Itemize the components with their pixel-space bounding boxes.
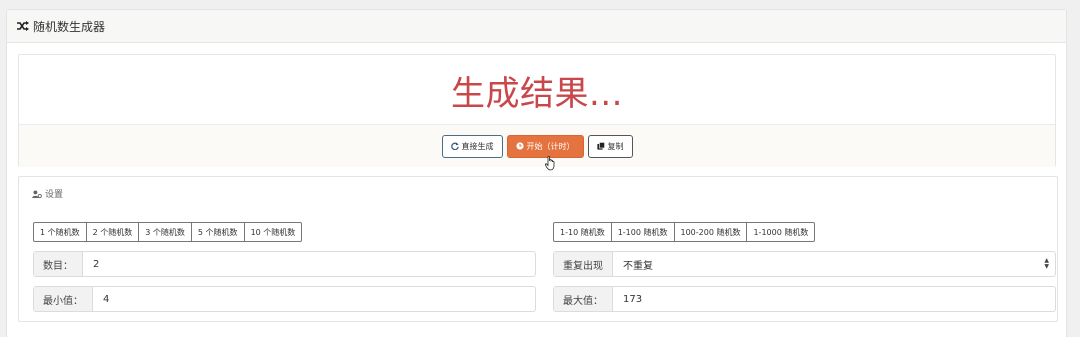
refresh-icon	[450, 142, 459, 150]
count-preset-10[interactable]: 10 个随机数	[244, 222, 303, 242]
repeat-label: 重复出现	[554, 252, 613, 276]
shuffle-icon	[17, 21, 29, 31]
max-input[interactable]: 173	[613, 287, 1055, 311]
clock-icon	[515, 142, 524, 150]
settings-panel: 设置 1 个随机数 2 个随机数 3 个随机数 5 个随机数 10 个随机数 1…	[18, 176, 1058, 322]
page-title: 随机数生成器	[33, 19, 106, 34]
range-preset-1-1000[interactable]: 1-1000 随机数	[747, 222, 816, 242]
count-preset-3[interactable]: 3 个随机数	[139, 222, 192, 242]
min-input-group: 最小值： 4	[33, 286, 536, 312]
direct-generate-button[interactable]: 直接生成	[441, 134, 503, 158]
generator-panel: 随机数生成器 生成结果... 直接生成 开始（计时） 复制 设置 1 个随机数 …	[6, 9, 1067, 337]
settings-title-text: 设置	[45, 190, 64, 200]
min-input[interactable]: 4	[93, 287, 535, 311]
settings-title: 设置	[32, 187, 63, 200]
repeat-select[interactable]: 不重复 ▲ ▼	[613, 252, 1055, 276]
direct-generate-label: 直接生成	[461, 141, 494, 151]
min-label: 最小值：	[34, 287, 93, 311]
range-preset-1-100[interactable]: 1-100 随机数	[611, 222, 675, 242]
result-box: 生成结果... 直接生成 开始（计时） 复制	[18, 54, 1056, 167]
panel-heading: 随机数生成器	[7, 10, 1066, 43]
repeat-select-value: 不重复	[623, 260, 653, 272]
range-preset-1-10[interactable]: 1-10 随机数	[553, 222, 612, 242]
user-settings-icon	[32, 189, 42, 198]
result-text: 生成结果...	[451, 73, 623, 114]
result-actions: 直接生成 开始（计时） 复制	[19, 124, 1055, 167]
select-caret-icon: ▲ ▼	[1044, 257, 1049, 270]
copy-button[interactable]: 复制	[587, 134, 633, 158]
count-preset-1[interactable]: 1 个随机数	[33, 222, 87, 242]
start-timer-label: 开始（计时）	[526, 141, 575, 151]
max-input-group: 最大值： 173	[553, 286, 1056, 312]
count-preset-2[interactable]: 2 个随机数	[86, 222, 140, 242]
range-preset-group: 1-10 随机数 1-100 随机数 100-200 随机数 1-1000 随机…	[553, 222, 816, 242]
count-preset-group: 1 个随机数 2 个随机数 3 个随机数 5 个随机数 10 个随机数	[33, 222, 303, 242]
copy-icon	[596, 142, 605, 150]
range-preset-100-200[interactable]: 100-200 随机数	[674, 222, 748, 242]
copy-label: 复制	[607, 141, 624, 151]
count-input[interactable]: 2	[83, 252, 535, 276]
count-label: 数目：	[34, 252, 83, 276]
repeat-select-group: 重复出现 不重复 ▲ ▼	[553, 251, 1056, 277]
hand-cursor-icon	[545, 155, 555, 171]
count-preset-5[interactable]: 5 个随机数	[191, 222, 245, 242]
max-label: 最大值：	[554, 287, 613, 311]
count-input-group: 数目： 2	[33, 251, 536, 277]
